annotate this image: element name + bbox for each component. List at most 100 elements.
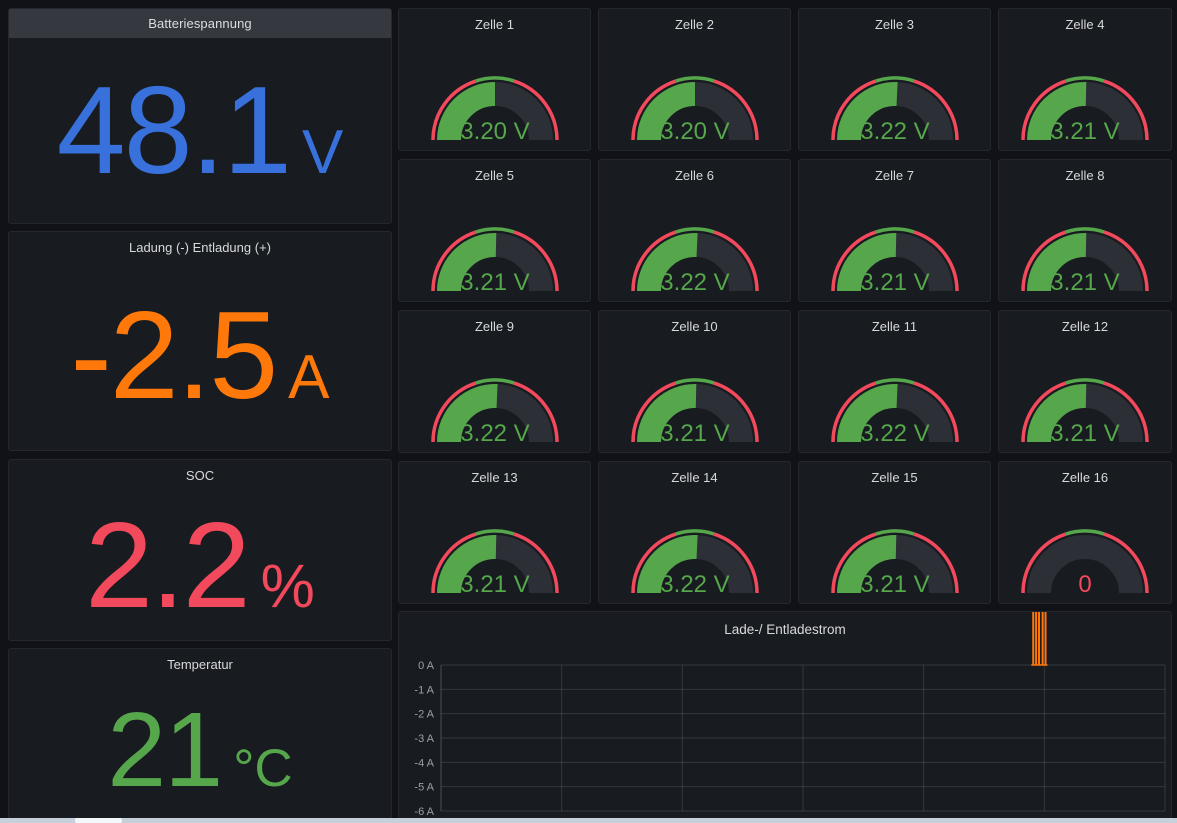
- cell-panel-title[interactable]: Zelle 7: [799, 162, 990, 190]
- cell-panel-title[interactable]: Zelle 12: [999, 313, 1171, 341]
- panel-zelle-11: Zelle 11 3.22 V: [798, 310, 991, 453]
- cell-panel-title[interactable]: Zelle 5: [399, 162, 590, 190]
- panel-zelle-14: Zelle 14 3.22 V: [598, 461, 791, 604]
- panel-header-batteriespannung[interactable]: Batteriespannung: [9, 9, 391, 38]
- grafana-dashboard: Batteriespannung 48.1 V Ladung (-) Entla…: [0, 0, 1177, 823]
- panel-zelle-7: Zelle 7 3.21 V: [798, 159, 991, 302]
- svg-text:-2 A: -2 A: [414, 709, 434, 721]
- cell-panel-title[interactable]: Zelle 2: [599, 11, 790, 39]
- cell-gauge: 3.22 V: [799, 341, 990, 452]
- cell-gauge: 3.21 V: [399, 492, 590, 603]
- gauge-value: 3.22 V: [860, 420, 929, 447]
- gauge-arc: 3.22 V: [623, 514, 767, 598]
- temperature-value: 21: [107, 697, 221, 803]
- panel-ladung-entladung: Ladung (-) Entladung (+) -2.5 A: [8, 231, 392, 451]
- gauge-value: 3.22 V: [660, 571, 729, 598]
- gauge-arc: 3.21 V: [423, 514, 567, 598]
- gauge-value: 3.21 V: [860, 269, 929, 296]
- cell-gauge: 3.21 V: [999, 39, 1171, 150]
- gauge-arc: 3.20 V: [423, 61, 567, 145]
- gauge-arc: 3.21 V: [1013, 363, 1157, 447]
- cell-panel-title[interactable]: Zelle 3: [799, 11, 990, 39]
- gauge-value: 3.21 V: [1050, 118, 1119, 145]
- panel-title-temperatur[interactable]: Temperatur: [9, 651, 391, 679]
- gauge-value: 3.20 V: [460, 118, 529, 145]
- scrollbar-thumb[interactable]: [75, 818, 122, 823]
- cell-gauge: 3.22 V: [399, 341, 590, 452]
- panel-temperatur: Temperatur 21 °C: [8, 648, 392, 823]
- cell-gauge: 3.20 V: [399, 39, 590, 150]
- cell-gauge: 3.21 V: [999, 341, 1171, 452]
- svg-text:0 A: 0 A: [418, 660, 435, 672]
- panel-zelle-12: Zelle 12 3.21 V: [998, 310, 1172, 453]
- panel-title-batteriespannung: Batteriespannung: [148, 16, 252, 31]
- panel-zelle-1: Zelle 1 3.20 V: [398, 8, 591, 151]
- cell-panel-title[interactable]: Zelle 6: [599, 162, 790, 190]
- cell-panel-title[interactable]: Zelle 11: [799, 313, 990, 341]
- cell-gauge-grid: Zelle 13.20 VZelle 23.20 VZelle 33.22 VZ…: [398, 8, 1172, 604]
- panel-batteriespannung: Batteriespannung 48.1 V: [8, 8, 392, 224]
- panel-zelle-16: Zelle 16 0: [998, 461, 1172, 604]
- gauge-arc: 3.21 V: [823, 514, 967, 598]
- cell-panel-title[interactable]: Zelle 10: [599, 313, 790, 341]
- cell-panel-title[interactable]: Zelle 8: [999, 162, 1171, 190]
- cell-gauge: 3.22 V: [599, 492, 790, 603]
- gauge-value: 3.22 V: [860, 118, 929, 145]
- cell-gauge: 3.22 V: [599, 190, 790, 301]
- panel-zelle-13: Zelle 13 3.21 V: [398, 461, 591, 604]
- soc-unit: %: [261, 556, 315, 617]
- panel-lade-entladestrom: 0 A-1 A-2 A-3 A-4 A-5 A-6 A Lade-/ Entla…: [398, 611, 1172, 823]
- gauge-value: 0: [1078, 571, 1091, 598]
- cell-gauge: 3.20 V: [599, 39, 790, 150]
- gauge-value: 3.22 V: [660, 269, 729, 296]
- gauge-arc: 3.22 V: [623, 212, 767, 296]
- current-stat: -2.5 A: [9, 262, 391, 450]
- gauge-value: 3.21 V: [1050, 269, 1119, 296]
- gauge-value: 3.21 V: [460, 269, 529, 296]
- cell-gauge: 3.21 V: [799, 190, 990, 301]
- current-value: -2.5: [70, 294, 276, 418]
- horizontal-scrollbar[interactable]: [0, 818, 1177, 823]
- panel-zelle-3: Zelle 3 3.22 V: [798, 8, 991, 151]
- cell-panel-title[interactable]: Zelle 9: [399, 313, 590, 341]
- gauge-arc: 3.22 V: [423, 363, 567, 447]
- soc-stat: 2.2 %: [9, 490, 391, 640]
- panel-zelle-8: Zelle 8 3.21 V: [998, 159, 1172, 302]
- panel-title-soc[interactable]: SOC: [9, 462, 391, 490]
- cell-panel-title[interactable]: Zelle 13: [399, 464, 590, 492]
- svg-text:-3 A: -3 A: [414, 733, 434, 745]
- panel-soc: SOC 2.2 %: [8, 459, 392, 641]
- cell-panel-title[interactable]: Zelle 15: [799, 464, 990, 492]
- temperature-unit: °C: [233, 742, 292, 795]
- gauge-value: 3.20 V: [660, 118, 729, 145]
- current-timeseries-chart[interactable]: 0 A-1 A-2 A-3 A-4 A-5 A-6 A: [399, 612, 1171, 822]
- cell-gauge: 3.21 V: [599, 341, 790, 452]
- cell-panel-title[interactable]: Zelle 1: [399, 11, 590, 39]
- cell-gauge: 3.21 V: [399, 190, 590, 301]
- current-unit: A: [288, 347, 329, 409]
- panel-zelle-2: Zelle 2 3.20 V: [598, 8, 791, 151]
- panel-zelle-6: Zelle 6 3.22 V: [598, 159, 791, 302]
- gauge-arc: 3.20 V: [623, 61, 767, 145]
- panel-zelle-5: Zelle 5 3.21 V: [398, 159, 591, 302]
- gauge-arc: 3.22 V: [823, 61, 967, 145]
- gauge-value: 3.22 V: [460, 420, 529, 447]
- gauge-arc: 3.21 V: [1013, 61, 1157, 145]
- gauge-value: 3.21 V: [660, 420, 729, 447]
- panel-zelle-10: Zelle 10 3.21 V: [598, 310, 791, 453]
- panel-title-ladung-entladung[interactable]: Ladung (-) Entladung (+): [9, 234, 391, 262]
- svg-text:-6 A: -6 A: [414, 806, 434, 818]
- gauge-arc: 3.22 V: [823, 363, 967, 447]
- soc-value: 2.2: [85, 504, 249, 626]
- gauge-value: 3.21 V: [460, 571, 529, 598]
- cell-panel-title[interactable]: Zelle 16: [999, 464, 1171, 492]
- svg-text:-5 A: -5 A: [414, 782, 434, 794]
- panel-zelle-9: Zelle 9 3.22 V: [398, 310, 591, 453]
- cell-panel-title[interactable]: Zelle 4: [999, 11, 1171, 39]
- cell-gauge: 3.21 V: [799, 492, 990, 603]
- gauge-value: 3.21 V: [1050, 420, 1119, 447]
- battery-voltage-stat: 48.1 V: [9, 38, 391, 223]
- chart-title[interactable]: Lade-/ Entladestrom: [399, 622, 1171, 637]
- cell-panel-title[interactable]: Zelle 14: [599, 464, 790, 492]
- panel-zelle-15: Zelle 15 3.21 V: [798, 461, 991, 604]
